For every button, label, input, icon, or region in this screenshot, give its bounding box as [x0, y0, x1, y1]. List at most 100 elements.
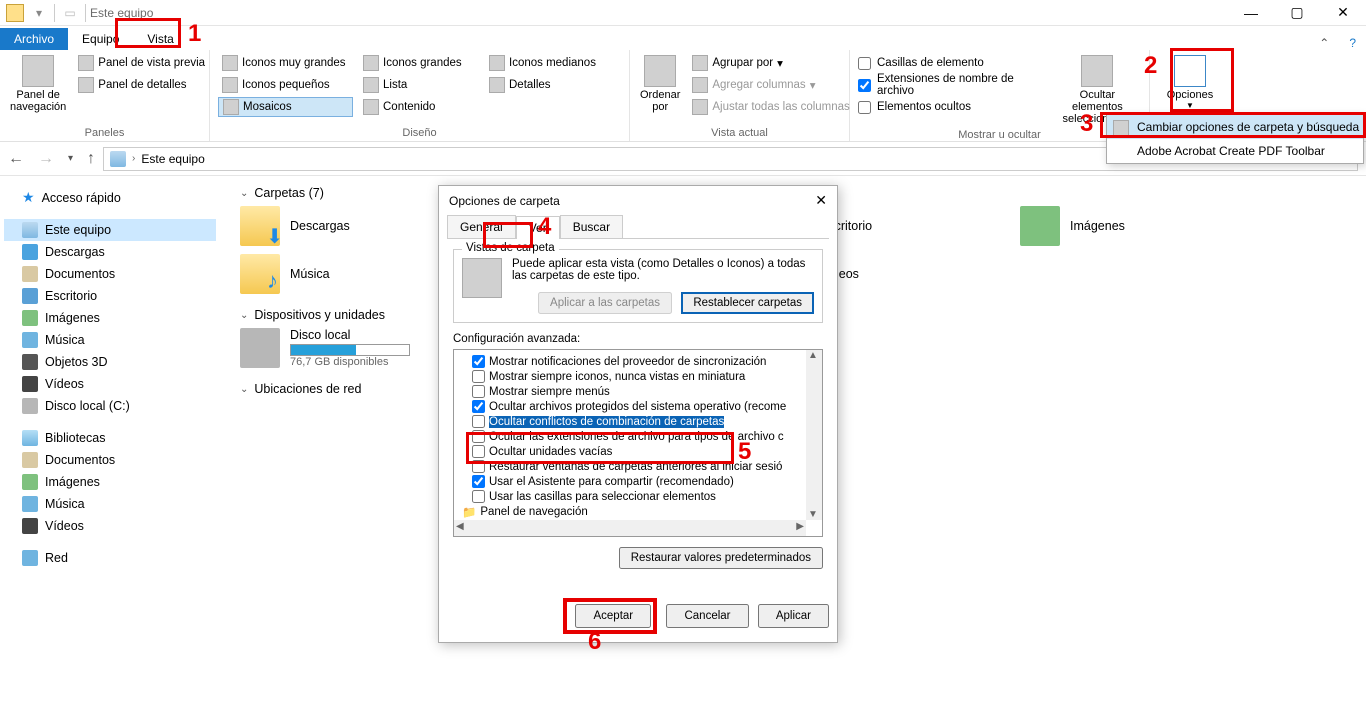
- adv-option-1[interactable]: Mostrar siempre iconos, nunca vistas en …: [458, 369, 818, 384]
- ribbon-collapse-icon[interactable]: ⌃: [1309, 36, 1339, 50]
- maximize-button[interactable]: ▢: [1274, 0, 1320, 26]
- list-icon: [363, 77, 379, 93]
- network-icon: [22, 550, 38, 566]
- cancelar-button[interactable]: Cancelar: [666, 604, 748, 628]
- sidebar-este-equipo[interactable]: Este equipo: [4, 219, 216, 241]
- back-button[interactable]: ←: [8, 150, 24, 168]
- sidebar-documentos[interactable]: Documentos: [4, 263, 216, 285]
- adv-option-9[interactable]: Usar las casillas para seleccionar eleme…: [458, 489, 818, 504]
- sidebar-bib-musica[interactable]: Música: [4, 493, 216, 515]
- chevron-down-icon: ⌄: [240, 384, 248, 395]
- libraries-icon: [22, 430, 38, 446]
- pc-icon: [22, 222, 38, 238]
- panel-navegacion-button[interactable]: Panel de navegación: [8, 53, 68, 115]
- qat-properties-icon[interactable]: ▭: [61, 4, 79, 22]
- layout-muy-grandes[interactable]: Iconos muy grandes: [218, 53, 353, 73]
- adv-option-4[interactable]: Ocultar conflictos de combinación de car…: [458, 414, 818, 429]
- dialog-close-button[interactable]: ✕: [815, 192, 827, 209]
- restaurar-valores-button[interactable]: Restaurar valores predeterminados: [619, 547, 823, 569]
- tile-musica[interactable]: ♪Música: [240, 254, 450, 294]
- preview-panel-icon: [78, 55, 94, 71]
- up-button[interactable]: ↑: [87, 150, 95, 168]
- fit-cols-icon: [692, 99, 708, 115]
- sidebar-bibliotecas[interactable]: Bibliotecas: [4, 427, 216, 449]
- adv-option-2[interactable]: Mostrar siempre menús: [458, 384, 818, 399]
- add-cols-icon: [692, 77, 708, 93]
- sidebar-bib-imagenes[interactable]: Imágenes: [4, 471, 216, 493]
- sidebar-red[interactable]: Red: [4, 547, 216, 569]
- extensiones-checkbox[interactable]: Extensiones de nombre de archivo: [858, 75, 1048, 95]
- recent-dropdown-icon[interactable]: ▾: [68, 153, 73, 164]
- tab-archivo[interactable]: Archivo: [0, 28, 68, 50]
- content-icon: [363, 99, 379, 115]
- small-icons-icon: [222, 77, 238, 93]
- layout-pequenos[interactable]: Iconos pequeños: [218, 75, 353, 95]
- agrupar-por-button[interactable]: Agrupar por ▾: [688, 53, 853, 73]
- aceptar-button[interactable]: Aceptar: [575, 604, 651, 628]
- folder-icon: ♪: [240, 254, 280, 294]
- layout-grandes[interactable]: Iconos grandes: [359, 53, 479, 73]
- star-icon: ★: [22, 189, 35, 206]
- minimize-button[interactable]: —: [1228, 0, 1274, 26]
- ribbon-tabs: Archivo Equipo Vista ⌃ ?: [0, 26, 1366, 50]
- menu-adobe-toolbar[interactable]: Adobe Acrobat Create PDF Toolbar: [1107, 139, 1363, 163]
- downloads-icon: [22, 244, 38, 260]
- vistas-group-text: Puede aplicar esta vista (como Detalles …: [512, 258, 814, 282]
- ocultos-checkbox[interactable]: Elementos ocultos: [858, 97, 1048, 117]
- sidebar-imagenes[interactable]: Imágenes: [4, 307, 216, 329]
- tile-imagenes[interactable]: Imágenes: [1020, 206, 1230, 246]
- sidebar-acceso-rapido[interactable]: ★Acceso rápido: [4, 186, 216, 209]
- sidebar-bib-documentos[interactable]: Documentos: [4, 449, 216, 471]
- ajustar-columnas-button[interactable]: Ajustar todas las columnas: [688, 97, 853, 117]
- sidebar-objetos3d[interactable]: Objetos 3D: [4, 351, 216, 373]
- vertical-scrollbar[interactable]: [806, 350, 822, 520]
- pc-icon: [110, 151, 126, 167]
- sidebar-descargas[interactable]: Descargas: [4, 241, 216, 263]
- casillas-checkbox[interactable]: Casillas de elemento: [858, 53, 1048, 73]
- aplicar-carpetas-button[interactable]: Aplicar a las carpetas: [538, 292, 672, 314]
- tile-disco-local[interactable]: Disco local 76,7 GB disponibles: [240, 328, 450, 368]
- sidebar-videos[interactable]: Vídeos: [4, 373, 216, 395]
- drive-icon: [22, 398, 38, 414]
- horizontal-scrollbar[interactable]: [454, 520, 806, 536]
- group-paneles-title: Paneles: [8, 125, 201, 139]
- adv-option-8[interactable]: Usar el Asistente para compartir (recome…: [458, 474, 818, 489]
- forward-button[interactable]: →: [38, 150, 54, 168]
- layout-mosaicos[interactable]: Mosaicos: [218, 97, 353, 117]
- panel-vista-previa-button[interactable]: Panel de vista previa: [74, 53, 209, 73]
- aplicar-button[interactable]: Aplicar: [758, 604, 829, 628]
- tile-descargas[interactable]: ⬇Descargas: [240, 206, 450, 246]
- restablecer-carpetas-button[interactable]: Restablecer carpetas: [681, 292, 814, 314]
- ribbon-help-icon[interactable]: ?: [1339, 36, 1366, 50]
- documents-icon: [22, 452, 38, 468]
- folder-options-dialog: Opciones de carpeta ✕ General Ver Buscar…: [438, 185, 838, 643]
- sort-icon: [644, 55, 676, 87]
- layout-detalles[interactable]: Detalles: [485, 75, 605, 95]
- ordenar-por-button[interactable]: Ordenar por: [638, 53, 682, 117]
- pictures-icon: [1020, 206, 1060, 246]
- qat-dropdown-icon[interactable]: ▾: [30, 4, 48, 22]
- layout-lista[interactable]: Lista: [359, 75, 479, 95]
- details-icon: [489, 77, 505, 93]
- chevron-down-icon: ⌄: [240, 188, 248, 199]
- sidebar-musica[interactable]: Música: [4, 329, 216, 351]
- drive-icon: [240, 328, 280, 368]
- panel-detalles-button[interactable]: Panel de detalles: [74, 75, 209, 95]
- adv-option-0[interactable]: Mostrar notificaciones del proveedor de …: [458, 354, 818, 369]
- dialog-tab-buscar[interactable]: Buscar: [560, 215, 623, 238]
- sidebar-disco-c[interactable]: Disco local (C:): [4, 395, 216, 417]
- dialog-title: Opciones de carpeta: [449, 194, 560, 208]
- 3d-icon: [22, 354, 38, 370]
- adv-option-3[interactable]: Ocultar archivos protegidos del sistema …: [458, 399, 818, 414]
- agregar-columnas-button[interactable]: Agregar columnas ▾: [688, 75, 853, 95]
- layout-contenido[interactable]: Contenido: [359, 97, 479, 117]
- music-icon: [22, 496, 38, 512]
- sidebar-escritorio[interactable]: Escritorio: [4, 285, 216, 307]
- layout-medianos[interactable]: Iconos medianos: [485, 53, 605, 73]
- videos-icon: [22, 518, 38, 534]
- callout-6: 6: [588, 628, 601, 656]
- desktop-icon: [22, 288, 38, 304]
- close-button[interactable]: ✕: [1320, 0, 1366, 26]
- callout-3: 3: [1080, 110, 1093, 138]
- sidebar-bib-videos[interactable]: Vídeos: [4, 515, 216, 537]
